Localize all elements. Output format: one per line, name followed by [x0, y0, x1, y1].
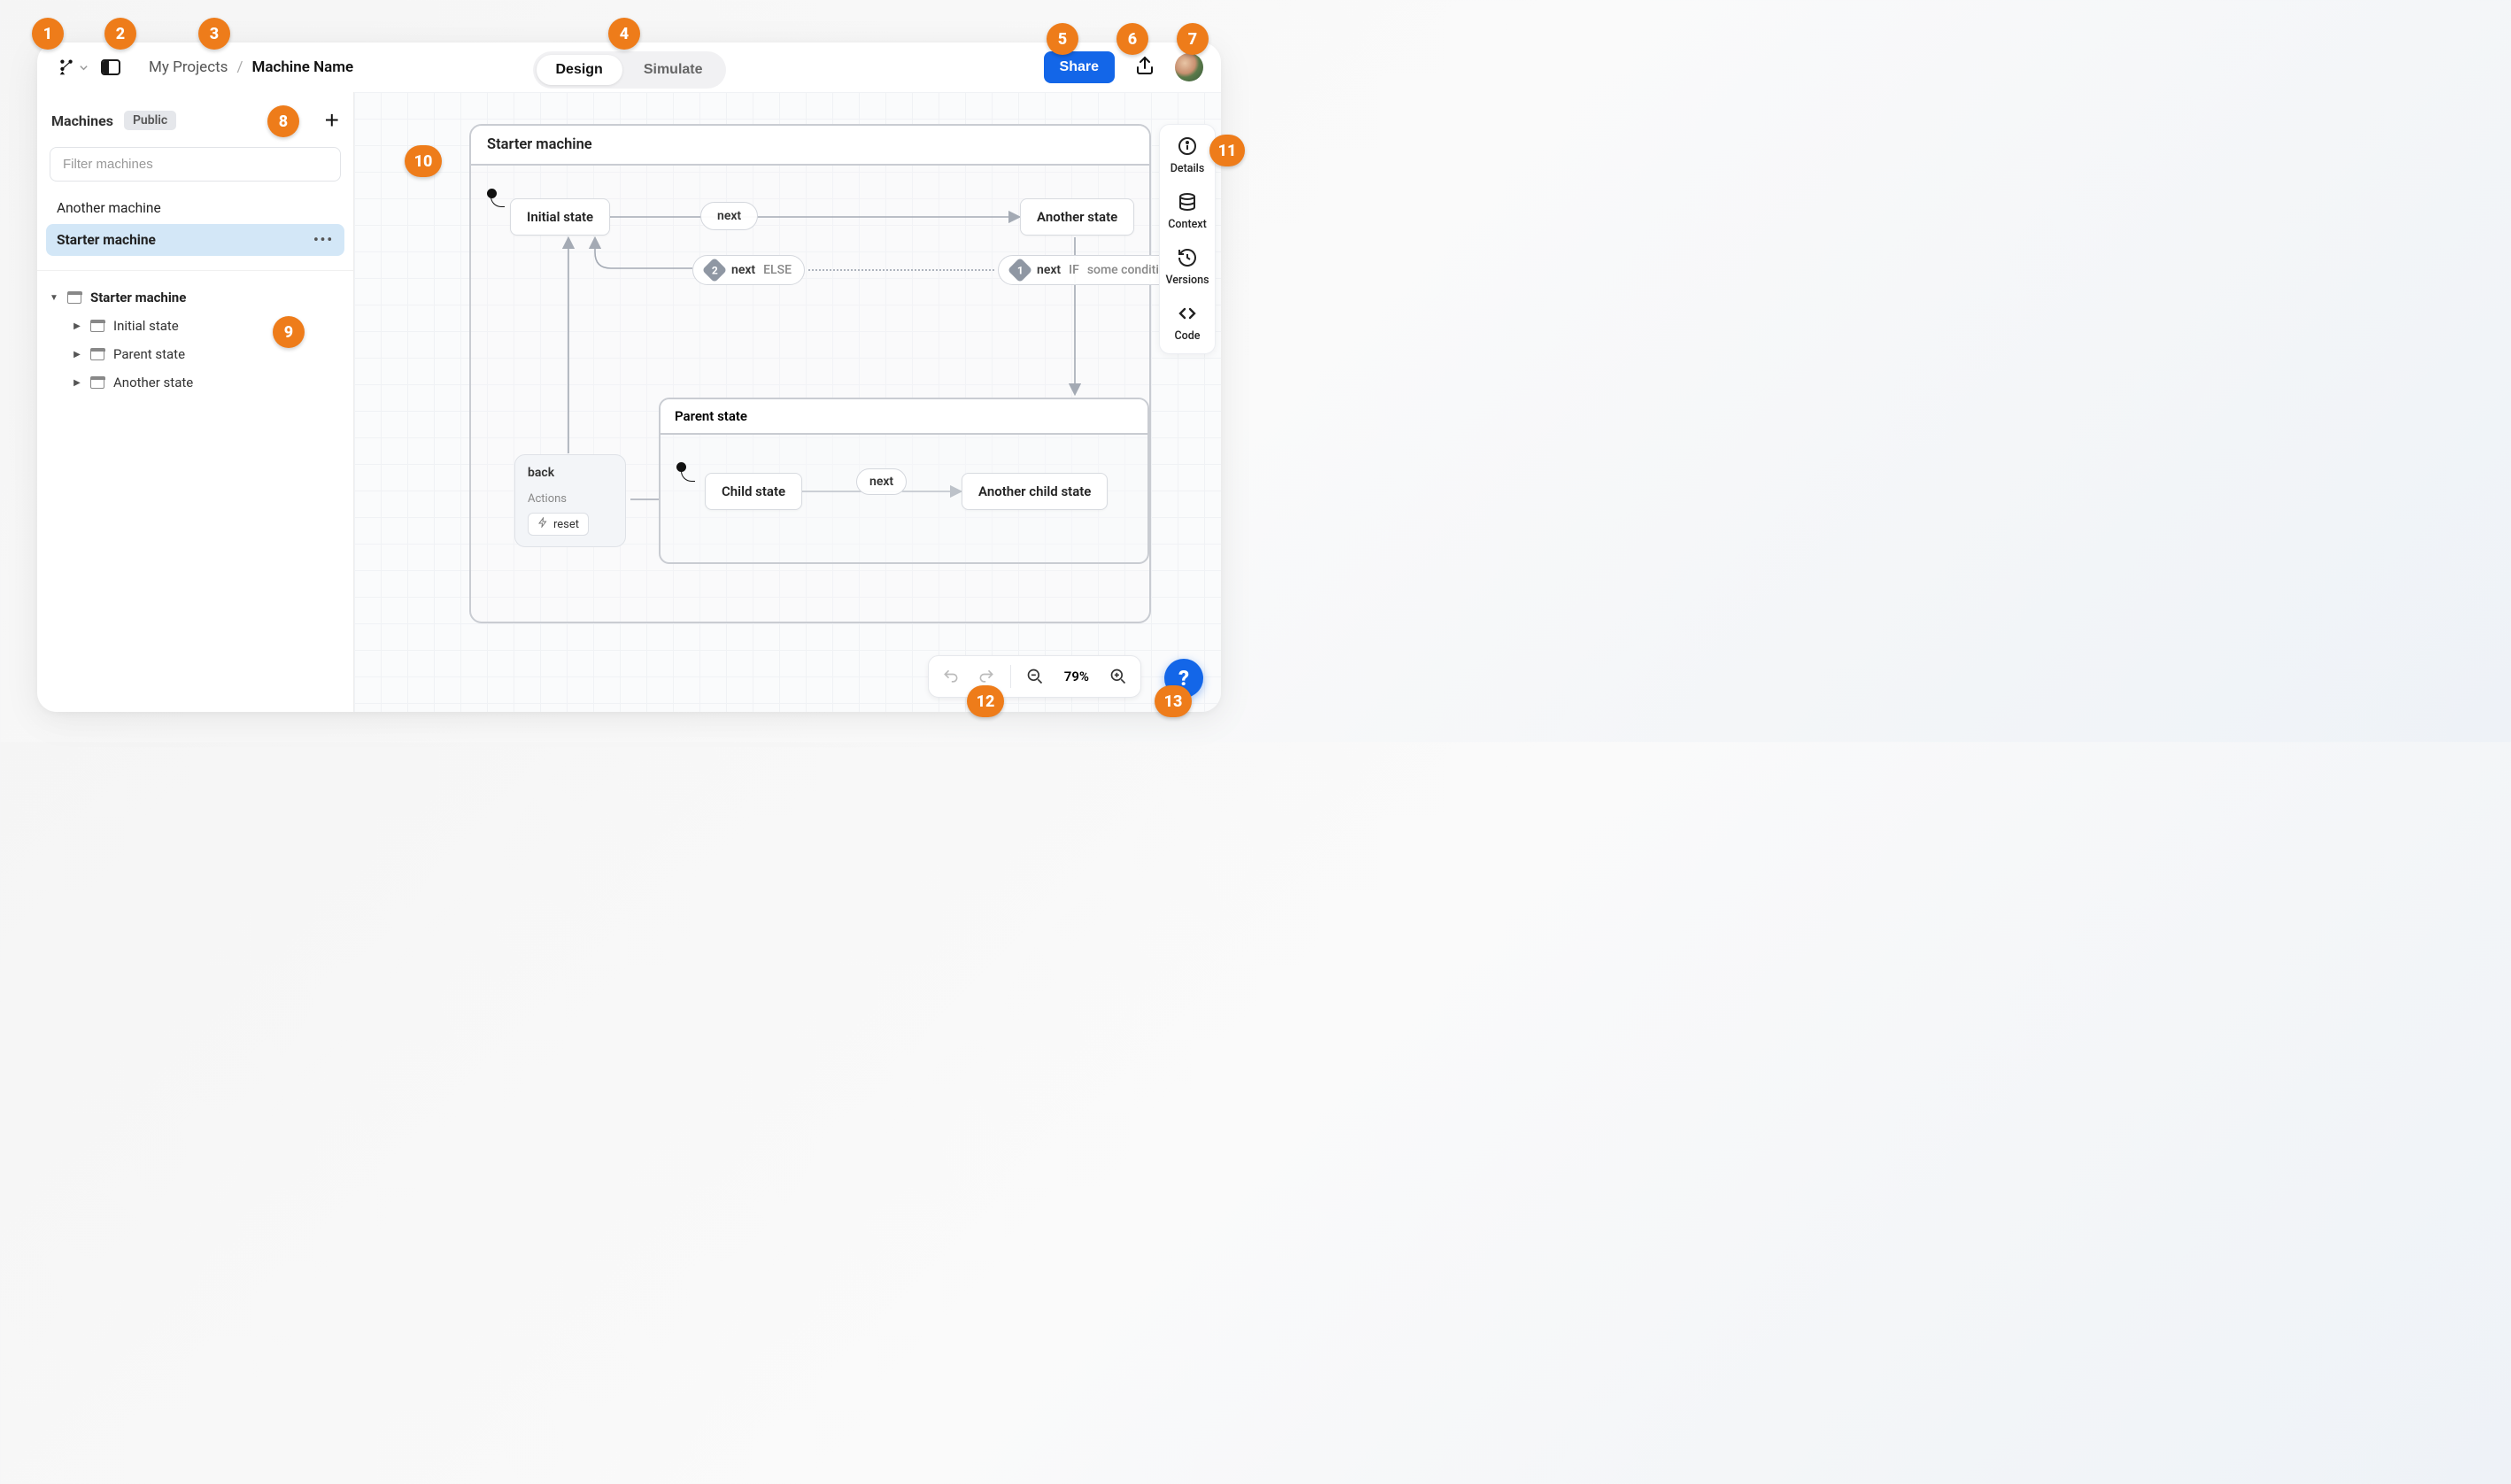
app-header: My Projects / Machine Name Design Simula… [37, 43, 1221, 92]
event-label: next [731, 263, 755, 277]
filter-machines-input[interactable] [50, 147, 341, 182]
caret-right-icon: ▶ [73, 350, 81, 359]
export-icon[interactable] [1134, 55, 1155, 80]
history-icon [1177, 247, 1198, 268]
machine-list-item[interactable]: Another machine [46, 192, 344, 224]
left-panel: Machines Public + Another machine Starte… [37, 92, 354, 712]
state-icon [90, 377, 104, 389]
zoom-in-icon [1109, 668, 1127, 685]
structure-tree: ▼ Starter machine ▶ Initial state ▶ Pare… [37, 270, 353, 409]
stately-logo-icon [57, 58, 76, 77]
add-machine-button[interactable]: + [325, 106, 339, 135]
tree-item[interactable]: ▶ Another state [46, 368, 344, 397]
logo-menu[interactable] [57, 58, 89, 77]
caret-down-icon: ▼ [50, 293, 58, 303]
state-node-initial[interactable]: Initial state [510, 198, 610, 236]
left-panel-toggle[interactable] [101, 59, 120, 75]
breadcrumb: My Projects / Machine Name [149, 58, 353, 76]
tree-item[interactable]: ▶ Parent state [46, 340, 344, 368]
machine-more-icon[interactable]: ••• [313, 232, 334, 248]
annotation-badge: 6 [1116, 23, 1148, 55]
breadcrumb-current[interactable]: Machine Name [251, 58, 353, 76]
rail-code[interactable]: Code [1175, 303, 1201, 343]
annotation-badge: 4 [608, 18, 640, 50]
breadcrumb-separator: / [236, 58, 243, 76]
redo-icon [977, 668, 995, 685]
undo-icon [942, 668, 960, 685]
info-icon [1177, 135, 1198, 157]
visibility-badge: Public [124, 111, 176, 130]
state-icon [67, 292, 81, 304]
chevron-down-icon [79, 59, 89, 76]
user-avatar[interactable] [1175, 53, 1203, 81]
breadcrumb-root[interactable]: My Projects [149, 58, 228, 76]
canvas-controls: 79% [928, 655, 1141, 698]
zoom-in-button[interactable] [1103, 661, 1133, 692]
event-label: next [1037, 263, 1061, 277]
machine-title[interactable]: Starter machine [471, 126, 1149, 166]
priority-badge-icon: 2 [702, 258, 727, 282]
guard-label: ELSE [763, 263, 792, 277]
annotation-badge: 8 [267, 105, 299, 137]
rail-versions[interactable]: Versions [1165, 247, 1209, 287]
priority-badge-icon: 1 [1008, 258, 1032, 282]
machine-name-label: Another machine [57, 200, 161, 216]
canvas[interactable]: Starter machine Initial state Another st… [354, 92, 1221, 712]
tree-root[interactable]: ▼ Starter machine [46, 283, 344, 312]
zoom-out-icon [1026, 668, 1044, 685]
state-node-another[interactable]: Another state [1020, 198, 1134, 236]
transition-box-back[interactable]: back Actions reset [514, 454, 626, 547]
rail-label: Details [1171, 162, 1205, 175]
rail-label: Versions [1165, 274, 1209, 287]
caret-right-icon: ▶ [73, 321, 81, 331]
right-rail: Details Context Versions Code [1159, 124, 1216, 354]
code-icon [1177, 303, 1198, 324]
zoom-value: 79% [1055, 669, 1098, 684]
machine-name-label: Starter machine [57, 232, 156, 248]
event-label: back [528, 466, 613, 480]
annotation-badge: 10 [405, 145, 442, 177]
machines-title: Machines [51, 112, 113, 129]
action-chip-reset[interactable]: reset [528, 513, 589, 536]
actions-heading: Actions [528, 492, 613, 506]
guarded-transition-group[interactable]: 2 next ELSE 1 next IF some conditio [692, 255, 1179, 285]
state-icon [90, 321, 104, 332]
rail-details[interactable]: Details [1171, 135, 1205, 175]
annotation-badge: 13 [1155, 685, 1192, 717]
annotation-badge: 3 [198, 18, 230, 50]
parent-state-title[interactable]: Parent state [661, 399, 1147, 435]
tree-label: Parent state [113, 346, 185, 362]
guard-condition: some conditio [1087, 263, 1166, 277]
guard-keyword: IF [1069, 263, 1079, 277]
tree-label: Another state [113, 375, 193, 390]
lightning-icon [537, 517, 548, 531]
state-icon [90, 349, 104, 360]
annotation-badge: 7 [1177, 23, 1209, 55]
annotation-badge: 2 [104, 18, 136, 50]
annotation-badge: 12 [967, 685, 1004, 717]
transition-pill-next[interactable]: next [856, 468, 907, 495]
mode-design-tab[interactable]: Design [536, 55, 622, 85]
rail-label: Context [1168, 218, 1207, 231]
caret-right-icon: ▶ [73, 378, 81, 388]
mode-switcher: Design Simulate [532, 51, 725, 89]
mode-simulate-tab[interactable]: Simulate [624, 55, 722, 85]
annotation-badge: 5 [1047, 23, 1078, 55]
rail-label: Code [1175, 329, 1201, 343]
database-icon [1177, 191, 1198, 213]
annotation-badge: 11 [1209, 135, 1245, 166]
transition-pill-next[interactable]: next [700, 202, 758, 230]
rail-context[interactable]: Context [1168, 191, 1207, 231]
tree-label: Initial state [113, 318, 179, 334]
share-button[interactable]: Share [1044, 51, 1115, 83]
state-node-child2[interactable]: Another child state [962, 473, 1108, 510]
annotation-badge: 1 [32, 18, 64, 50]
zoom-out-button[interactable] [1020, 661, 1050, 692]
annotation-badge: 9 [273, 316, 305, 348]
state-node-child[interactable]: Child state [705, 473, 802, 510]
action-label: reset [553, 518, 579, 531]
tree-label: Starter machine [90, 290, 186, 305]
machine-list-item[interactable]: Starter machine ••• [46, 224, 344, 256]
undo-button[interactable] [936, 661, 966, 692]
